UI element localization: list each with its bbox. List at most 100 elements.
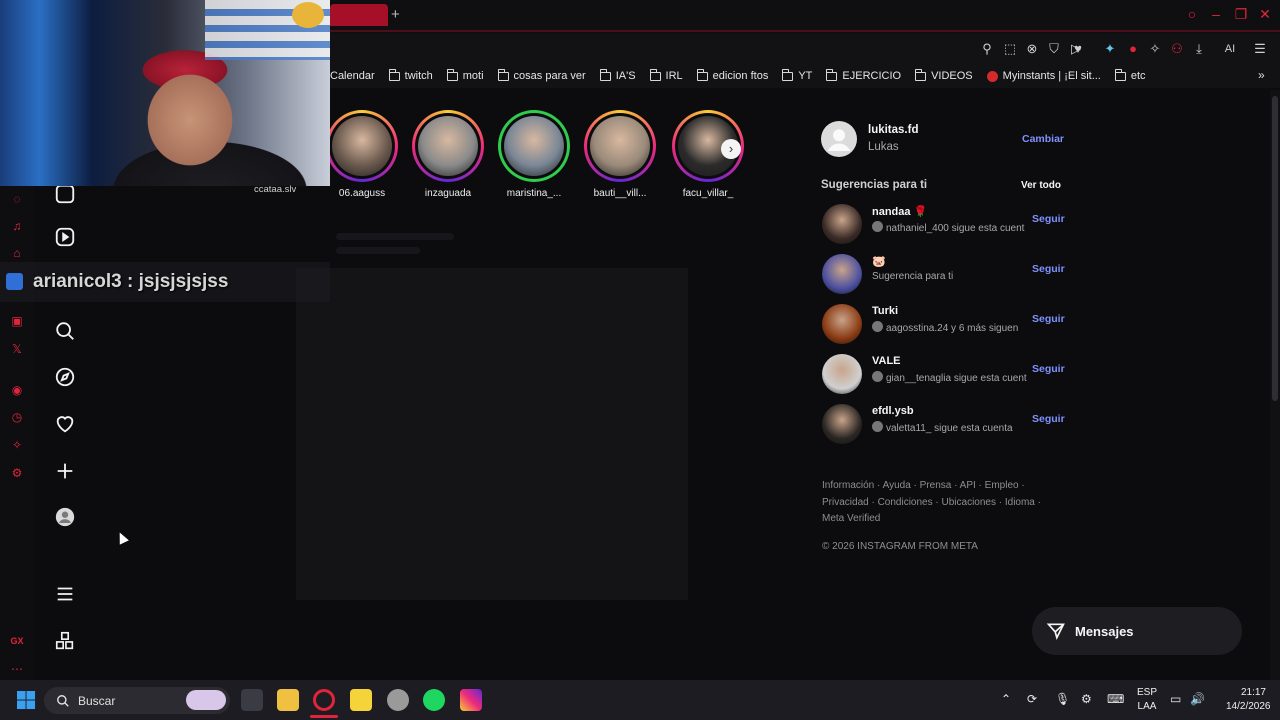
tray-language[interactable]: ESP LAA [1132,686,1162,714]
twitch-sidebar-icon[interactable]: ▣ [8,312,26,330]
obs-icon[interactable] [387,689,409,711]
search-icon[interactable] [54,320,76,342]
footer-links-line2[interactable]: Privacidad · Condiciones · Ubicaciones ·… [822,495,1052,512]
create-icon[interactable] [54,460,76,482]
footer-links-line1[interactable]: Información · Ayuda · Prensa · API · Emp… [822,478,1052,495]
suggestion-username[interactable]: Turki [872,305,898,317]
suggestion-username[interactable]: 🐷 [872,255,886,268]
tray-keyboard-icon[interactable]: ⌨ [1107,692,1124,706]
opera-music-icon[interactable]: ♫ [8,217,26,235]
bookmark-item[interactable]: cosas para ver [497,68,586,82]
settings-sidebar-icon[interactable]: ⚙ [8,464,26,482]
opera-gx-icon[interactable] [313,689,335,711]
see-all-link[interactable]: Ver todo [1021,180,1061,191]
story-ring-gap [329,113,395,179]
menu-icon[interactable] [54,583,76,605]
own-avatar[interactable] [821,121,857,157]
bookmark-item[interactable]: EJERCICIO [826,68,901,82]
bookmark-item[interactable]: IRL [649,68,683,82]
bookmark-item[interactable]: Myinstants | ¡El sit... [986,70,1101,82]
opera-speeddial-icon[interactable]: ⌂ [8,244,26,262]
shield-icon[interactable]: ⛉ [1045,40,1063,58]
story-item[interactable]: maristina_... [498,110,570,199]
search-highlight-icon[interactable] [186,690,226,710]
favorite-heart-icon[interactable]: ♥ [1069,40,1087,58]
pin-icon[interactable]: ⚲ [978,40,996,58]
player-sidebar-icon[interactable]: ◉ [8,381,26,399]
task-view-icon[interactable] [241,689,263,711]
tray-network-icon[interactable]: ▭ [1170,692,1181,706]
messages-button[interactable]: Mensajes [1032,607,1242,655]
bookmark-item[interactable]: twitch [388,68,433,82]
suggestion-avatar[interactable] [822,204,862,244]
suggestion-username[interactable]: VALE [872,355,901,367]
tray-volume-icon[interactable]: 🔊 [1190,692,1205,706]
minimize-icon[interactable]: – [1207,6,1225,24]
bookmark-item[interactable]: edicion ftos [696,68,768,82]
close-icon[interactable]: ✕ [1256,6,1274,24]
more-sidebar-icon[interactable]: ⋯ [8,660,26,678]
tray-sync-icon[interactable]: ⟳ [1027,692,1037,706]
bookmark-label: twitch [404,70,433,82]
tray-overflow-icon[interactable]: ⌃ [1001,692,1011,706]
extension-icon[interactable]: ✦ [1101,40,1119,58]
scrollbar-thumb[interactable] [1272,96,1278,401]
restore-icon[interactable]: ❐ [1232,6,1250,24]
tray-accessibility-icon[interactable]: ⚙ [1081,692,1092,706]
story-item[interactable]: bauti__vill... [584,110,656,199]
instagram-app-icon[interactable] [460,689,482,711]
heart-icon[interactable] [54,413,76,435]
tray-mic-icon[interactable]: 🎙 [1055,692,1070,706]
profile-icon[interactable] [54,506,76,528]
reels-icon[interactable] [54,183,76,205]
download-icon[interactable]: ⤓ [1190,40,1208,58]
sticky-notes-icon[interactable] [350,689,372,711]
follow-button[interactable]: Seguir [1032,263,1065,275]
suggestion-avatar[interactable] [822,254,862,294]
video-icon[interactable] [54,226,76,248]
active-tab[interactable] [330,4,388,26]
easy-setup-icon[interactable]: ☰ [1251,40,1269,58]
x-sidebar-icon[interactable]: 𝕏 [8,340,26,358]
footer-links-line3[interactable]: Meta Verified [822,511,1052,528]
history-sidebar-icon[interactable]: ◷ [8,408,26,426]
follow-button[interactable]: Seguir [1032,413,1065,425]
bookmark-item[interactable]: YT [782,68,812,82]
extensions-sidebar-icon[interactable]: ✧ [8,436,26,454]
apps-icon[interactable] [54,630,76,652]
suggestion-avatar[interactable] [822,354,862,394]
file-explorer-icon[interactable] [277,689,299,711]
ai-button[interactable]: AI [1216,40,1244,58]
switch-account-link[interactable]: Cambiar [1022,133,1064,145]
spotify-icon[interactable] [423,689,445,711]
opera-extension-icon[interactable]: ● [1124,40,1142,58]
tray-clock[interactable]: 21:17 14/2/2026 [1226,686,1271,714]
explore-icon[interactable] [54,366,76,388]
bookmark-item[interactable]: Calendar [330,70,375,82]
suggestion-subtitle: Sugerencia para ti [872,271,954,282]
puzzle-icon[interactable]: ✧ [1146,40,1164,58]
bookmark-item[interactable]: IA'S [599,68,636,82]
bookmark-item[interactable]: VIDEOS [915,68,973,82]
follow-button[interactable]: Seguir [1032,363,1065,375]
story-item[interactable]: 06.aaguss [326,110,398,199]
stories-next-icon[interactable]: › [721,139,741,159]
bookmark-item[interactable]: moti [446,68,484,82]
suggestion-username[interactable]: nandaa 🌹 [872,205,927,218]
follow-button[interactable]: Seguir [1032,313,1065,325]
bookmark-item[interactable]: etc [1114,68,1146,82]
bookmarks-more-icon[interactable]: » [1258,68,1265,82]
suggestion-avatar[interactable] [822,404,862,444]
story-item[interactable]: inzaguada [412,110,484,199]
suggestion-avatar[interactable] [822,304,862,344]
opera-aria-icon[interactable]: ◌ [8,190,26,208]
search-tabs-icon[interactable]: ○ [1183,6,1201,24]
own-username[interactable]: lukitas.fd [868,124,918,136]
follow-button[interactable]: Seguir [1032,213,1065,225]
snapshot-icon[interactable]: ⬚ [1001,40,1019,58]
adblock-icon[interactable]: ⊗ [1023,40,1041,58]
windows-start-icon[interactable] [17,691,36,710]
vpn-icon[interactable]: ⚇ [1168,40,1186,58]
suggestion-username[interactable]: efdl.ysb [872,405,914,417]
new-tab-icon[interactable]: + [391,6,405,24]
